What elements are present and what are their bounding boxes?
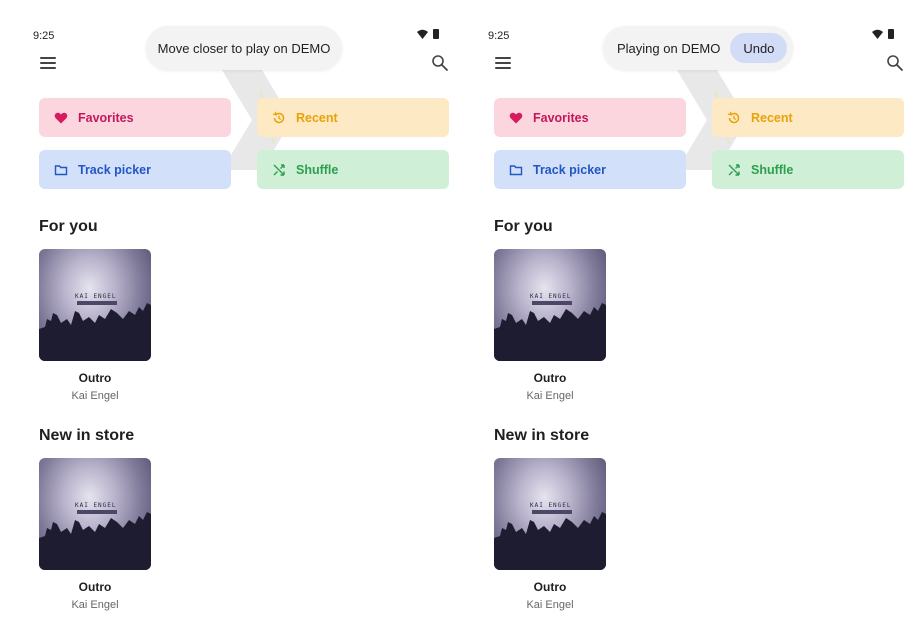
recent-chip[interactable]: Recent: [712, 98, 904, 137]
album-art-text: KAI ENGEL: [530, 293, 572, 300]
shuffle-chip[interactable]: Shuffle: [712, 150, 904, 189]
album-art-subbar: [77, 510, 117, 514]
folder-icon: [509, 164, 523, 175]
track-picker-label: Track picker: [533, 162, 606, 177]
album-title: Outro: [533, 371, 567, 385]
shuffle-chip[interactable]: Shuffle: [257, 150, 449, 189]
battery-icon: [888, 29, 894, 39]
track-picker-label: Track picker: [78, 162, 151, 177]
track-picker-chip[interactable]: Track picker: [39, 150, 231, 189]
album-art-subbar: [532, 510, 572, 514]
heart-icon: [54, 112, 68, 123]
favorites-label: Favorites: [533, 110, 589, 125]
shuffle-label: Shuffle: [751, 162, 794, 177]
favorites-chip[interactable]: Favorites: [494, 98, 686, 137]
section-title-for-you: For you: [494, 218, 553, 235]
album-art: KAI ENGEL: [494, 249, 606, 361]
phone-screen-right: 9:25 Playing on DEMO Undo Favorites Rece…: [455, 0, 910, 619]
phone-screen-left: 9:25 Move closer to play on DEMO Favorit…: [0, 0, 455, 619]
section-title-new-in-store: New in store: [494, 427, 590, 444]
favorites-chip[interactable]: Favorites: [39, 98, 231, 137]
menu-icon[interactable]: [495, 57, 511, 69]
shuffle-icon: [728, 163, 740, 176]
recent-label: Recent: [296, 110, 338, 125]
album-title: Outro: [78, 371, 112, 385]
undo-button[interactable]: Undo: [730, 33, 788, 63]
album-art-text: KAI ENGEL: [530, 502, 572, 509]
album-card[interactable]: KAI ENGEL Outro Kai Engel: [39, 249, 151, 402]
toast-text: Move closer to play on DEMO: [157, 40, 331, 56]
wifi-icon: [872, 29, 883, 39]
history-icon: [272, 111, 285, 123]
favorites-label: Favorites: [78, 110, 134, 125]
album-art: KAI ENGEL: [39, 249, 151, 361]
album-art: KAI ENGEL: [39, 458, 151, 570]
status-time: 9:25: [488, 30, 510, 42]
album-art-skyline: [39, 512, 151, 570]
folder-icon: [54, 164, 68, 175]
album-card[interactable]: KAI ENGEL Outro Kai Engel: [39, 458, 151, 611]
status-icons: [872, 29, 894, 39]
album-art-skyline: [39, 303, 151, 361]
album-artist: Kai Engel: [526, 390, 574, 402]
search-icon[interactable]: [886, 54, 904, 72]
track-picker-chip[interactable]: Track picker: [494, 150, 686, 189]
search-icon[interactable]: [431, 54, 449, 72]
battery-icon: [433, 29, 439, 39]
shuffle-icon: [273, 163, 285, 176]
status-time: 9:25: [33, 30, 55, 42]
album-art-subbar: [532, 301, 572, 305]
wifi-icon: [417, 29, 428, 39]
album-art: KAI ENGEL: [494, 458, 606, 570]
recent-chip[interactable]: Recent: [257, 98, 449, 137]
album-art-subbar: [77, 301, 117, 305]
section-title-new-in-store: New in store: [39, 427, 135, 444]
album-title: Outro: [533, 580, 567, 594]
album-artist: Kai Engel: [71, 390, 119, 402]
album-art-skyline: [494, 512, 606, 570]
toast-message: Move closer to play on DEMO: [146, 26, 342, 70]
section-title-for-you: For you: [39, 218, 98, 235]
toast-message: Playing on DEMO Undo: [603, 26, 793, 70]
toast-text: Playing on DEMO: [617, 40, 721, 56]
album-art-skyline: [494, 303, 606, 361]
status-icons: [417, 29, 439, 39]
album-card[interactable]: KAI ENGEL Outro Kai Engel: [494, 249, 606, 402]
heart-icon: [509, 112, 523, 123]
shuffle-label: Shuffle: [296, 162, 339, 177]
album-art-text: KAI ENGEL: [75, 502, 117, 509]
menu-icon[interactable]: [40, 57, 56, 69]
album-title: Outro: [78, 580, 112, 594]
album-card[interactable]: KAI ENGEL Outro Kai Engel: [494, 458, 606, 611]
album-artist: Kai Engel: [526, 599, 574, 611]
recent-label: Recent: [751, 110, 793, 125]
album-artist: Kai Engel: [71, 599, 119, 611]
history-icon: [727, 111, 740, 123]
album-art-text: KAI ENGEL: [75, 293, 117, 300]
